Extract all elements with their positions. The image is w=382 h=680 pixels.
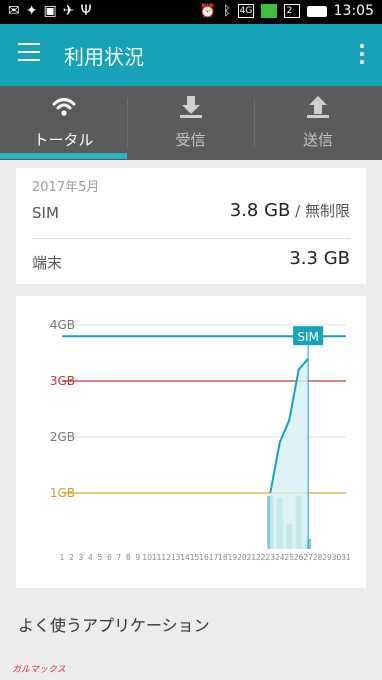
sim-label: SIM — [32, 204, 59, 222]
twitter-icon: ✦ — [25, 3, 38, 19]
tab-sent-label: 送信 — [302, 131, 333, 149]
x-tick-label: 7 — [116, 553, 121, 562]
x-tick-label: 16 — [199, 553, 209, 562]
x-tick-label: 17 — [209, 553, 219, 562]
alarm-icon: ⏰ — [199, 3, 216, 19]
app-icon: ▣ — [43, 3, 57, 19]
x-tick-label: 23 — [265, 553, 275, 562]
x-tick-label: 3 — [79, 553, 84, 562]
x-tick-label: 6 — [107, 553, 112, 562]
sim-marker-label: SIM — [297, 330, 319, 344]
sim1-signal-icon: 4G — [237, 4, 254, 18]
battery-icon — [306, 5, 327, 17]
x-tick-label: 31 — [341, 553, 351, 562]
usage-chart: 4GB3GB2GB1GBSIM1 2 3 4 5 6 7 8 9 10 11 12 13 14 15 16 17… — [50, 318, 351, 562]
sim-value: 3.8 GB — [229, 200, 291, 221]
tab-total-label: トータル — [33, 131, 94, 149]
watermark-logo: ガルマックス — [12, 665, 66, 675]
selected-tab-indicator — [0, 153, 127, 159]
x-tick-label: 26 — [294, 553, 304, 562]
device-usage-row: 端末 3.3 GB — [32, 240, 350, 286]
mail-icon: ✉ — [8, 3, 20, 19]
tab-received[interactable]: 受信 — [127, 86, 254, 160]
x-tick-label: 9 — [135, 553, 140, 562]
x-tick-label: 2 — [69, 553, 74, 562]
x-tick-label: 22 — [256, 553, 266, 562]
bluetooth-icon: ᛒ — [222, 3, 231, 19]
notification-icons: ✉ ✦ ▣ ✈ Ψ — [8, 3, 91, 19]
tab-received-label: 受信 — [175, 131, 206, 149]
sim2-signal-icon: 2 — [283, 4, 300, 18]
cumulative-area — [270, 358, 309, 549]
x-tick-label: 15 — [190, 553, 200, 562]
x-tick-label: 21 — [247, 553, 257, 562]
x-tick-label: 8 — [126, 553, 131, 562]
x-tick-label: 20 — [237, 553, 247, 562]
x-tick-label: 29 — [322, 553, 332, 562]
x-tick-label: 27 — [303, 553, 313, 562]
x-tick-label: 19 — [228, 553, 238, 562]
sim-usage-value: 3.8 GB / 無制限 — [230, 200, 350, 221]
x-tick-label: 14 — [180, 553, 190, 562]
wifi-signal-icon — [260, 4, 277, 18]
x-tick-label: 12 — [161, 553, 171, 562]
x-tick-label: 13 — [171, 553, 181, 562]
system-icons: ⏰ ᛒ 4G 2 13:05 — [200, 3, 374, 19]
upload-icon — [307, 96, 329, 118]
x-tick-label: 4 — [88, 553, 93, 562]
device-label: 端末 — [32, 254, 63, 272]
x-tick-label: 11 — [152, 553, 162, 562]
airplane-icon: ✈ — [62, 3, 75, 19]
x-tick-label: 24 — [275, 553, 285, 562]
x-tick-label: 1 — [60, 553, 65, 562]
x-tick-label: 30 — [332, 553, 342, 562]
device-usage-value: 3.3 GB — [289, 248, 350, 269]
tab-total[interactable]: トータル — [0, 86, 127, 160]
more-options-icon[interactable] — [360, 44, 364, 68]
x-tick-label: 28 — [313, 553, 323, 562]
app-bar: 利用状況 — [0, 24, 382, 86]
sim-usage-row: SIM 3.8 GB / 無制限 — [32, 192, 350, 239]
tab-bar: トータル 受信 送信 — [0, 86, 382, 160]
menu-icon[interactable] — [18, 43, 40, 63]
status-bar: ✉ ✦ ▣ ✈ Ψ ⏰ ᛒ 4G 2 13:05 — [0, 0, 382, 24]
x-tick-label: 18 — [218, 553, 228, 562]
usb-icon: Ψ — [80, 3, 92, 19]
x-tick-label: 10 — [142, 553, 152, 562]
sim-limit: / 無制限 — [290, 202, 350, 220]
wifi-icon — [52, 98, 75, 116]
tab-sent[interactable]: 送信 — [254, 86, 382, 160]
download-icon — [179, 96, 202, 118]
frequent-apps-title: よく使うアプリケーション — [18, 616, 210, 635]
usage-chart-card: 4GB 3GB 2GB 1GB SIM 1 2 3 4 5 6 7 8 9 10 11 12 13 14 15 16 17… — [16, 296, 366, 588]
y-tick-label: 2GB — [50, 430, 75, 444]
usage-summary-card: 2017年5月 SIM 3.8 GB / 無制限 端末 3.3 GB — [16, 168, 366, 284]
x-tick-label: 25 — [284, 553, 294, 562]
clock: 13:05 — [333, 3, 374, 19]
y-tick-label: 4GB — [50, 318, 75, 332]
page-title: 利用状況 — [64, 45, 144, 69]
x-tick-label: 5 — [97, 553, 102, 562]
